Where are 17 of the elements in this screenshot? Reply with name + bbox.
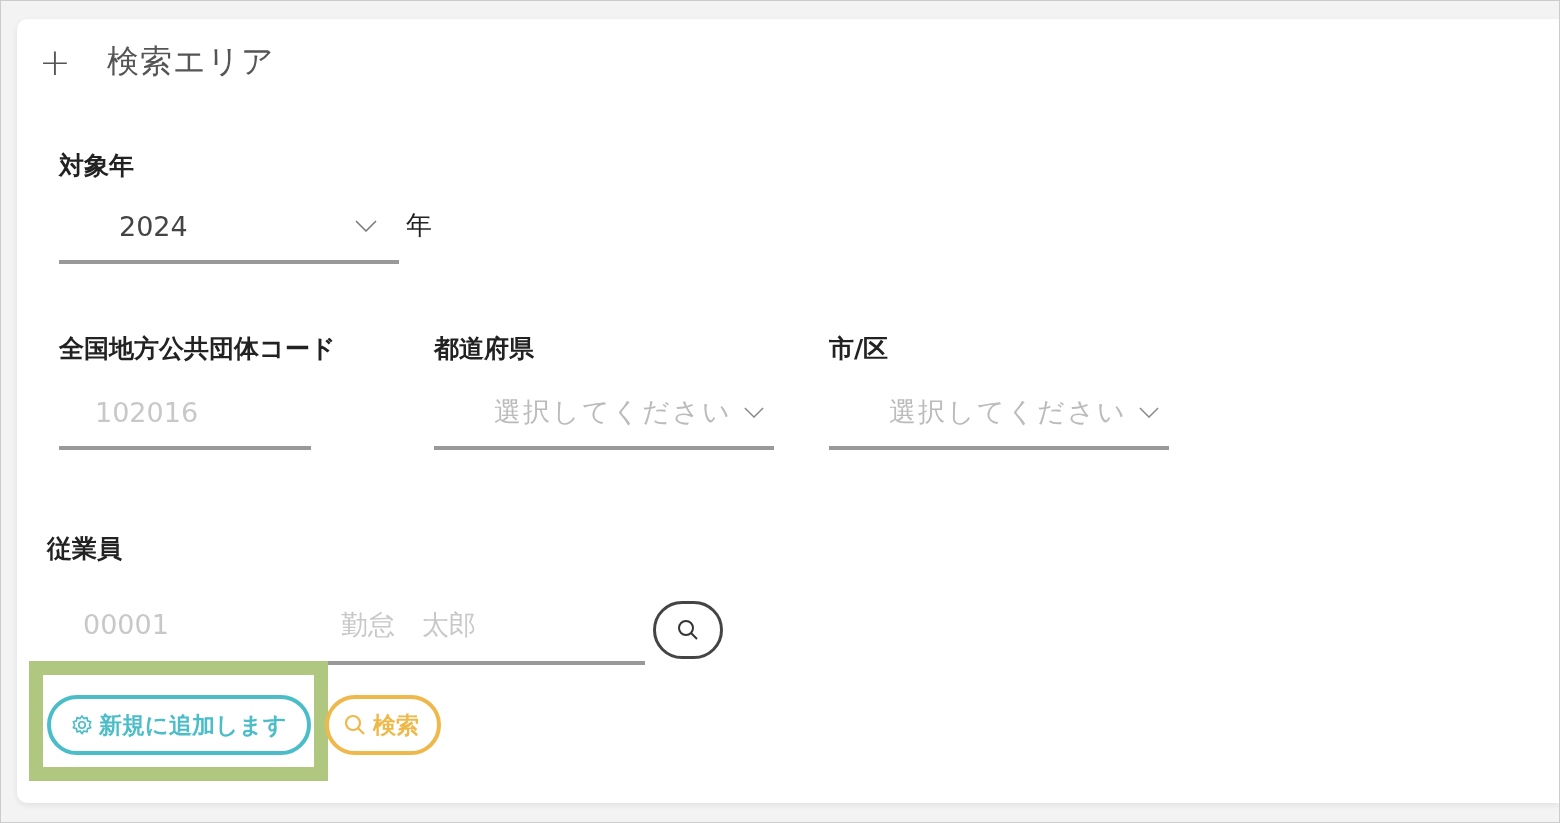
add-button[interactable]: 新規に追加します [47, 695, 311, 755]
chevron-down-icon [1139, 406, 1159, 418]
unit-label: 年 [406, 208, 432, 242]
chevron-down-icon [744, 406, 764, 418]
field-label: 全国地方公共団体コード [59, 333, 336, 365]
expand-icon[interactable]: + [39, 43, 69, 81]
search-icon [343, 713, 367, 737]
search-icon [676, 618, 700, 642]
field-label: 従業員 [47, 533, 123, 565]
search-button[interactable]: 検索 [325, 695, 441, 755]
field-label: 対象年 [59, 150, 135, 182]
chevron-down-icon [355, 220, 377, 232]
field-label: 市/区 [829, 333, 890, 365]
panel-title: 検索エリア [107, 41, 275, 82]
gear-icon [71, 714, 93, 736]
search-button[interactable] [653, 601, 723, 659]
field-label: 都道府県 [434, 333, 535, 365]
